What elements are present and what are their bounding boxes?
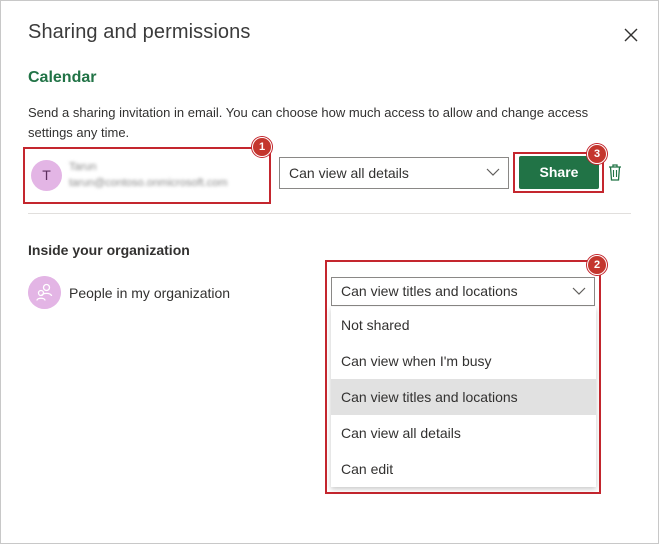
option-can-edit[interactable]: Can edit xyxy=(331,451,596,487)
option-view-busy[interactable]: Can view when I'm busy xyxy=(331,343,596,379)
permission-select[interactable]: Can view all details xyxy=(279,157,509,189)
organization-label: People in my organization xyxy=(69,285,231,301)
dialog-frame: Sharing and permissions Calendar Send a … xyxy=(0,0,659,544)
option-view-all-details[interactable]: Can view all details xyxy=(331,415,596,451)
permission-select-value: Can view all details xyxy=(289,165,409,181)
trash-icon[interactable] xyxy=(607,163,623,182)
chevron-down-icon xyxy=(486,168,500,176)
organization-permission-select[interactable]: Can view titles and locations xyxy=(331,277,595,306)
calendar-heading: Calendar xyxy=(28,69,97,86)
close-icon[interactable] xyxy=(621,25,641,45)
organization-permission-value: Can view titles and locations xyxy=(341,283,518,299)
sharing-description: Send a sharing invitation in email. You … xyxy=(28,105,589,140)
share-button[interactable]: Share xyxy=(519,156,599,189)
option-not-shared[interactable]: Not shared xyxy=(331,307,596,343)
person-picker[interactable]: T Tarun tarun@contoso.onmicrosoft.com xyxy=(23,147,271,204)
callout-badge-3: 3 xyxy=(587,144,607,164)
dialog-title: Sharing and permissions xyxy=(28,21,251,43)
section-divider xyxy=(28,213,631,214)
permission-options-list: Not shared Can view when I'm busy Can vi… xyxy=(331,307,596,487)
person-email: tarun@contoso.onmicrosoft.com xyxy=(69,177,228,189)
callout-badge-2: 2 xyxy=(587,255,607,275)
organization-heading: Inside your organization xyxy=(28,242,190,258)
people-group-icon xyxy=(28,276,61,309)
chevron-down-icon xyxy=(572,287,586,295)
person-name: Tarun xyxy=(69,161,97,173)
person-avatar: T xyxy=(31,160,62,191)
option-view-titles-locations[interactable]: Can view titles and locations xyxy=(331,379,596,415)
callout-badge-1: 1 xyxy=(252,137,272,157)
